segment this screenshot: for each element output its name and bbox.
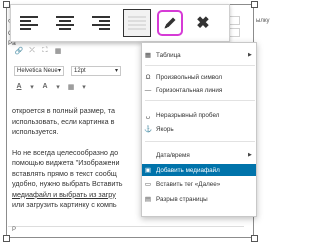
paragraph-1: откроется в полный размер, та использова… <box>12 106 146 138</box>
side-hint-text: ылку <box>256 18 270 24</box>
omega-icon: Ω <box>145 73 151 81</box>
menu-item-page-break[interactable]: ▤ Разрыв страницы <box>142 193 256 205</box>
resize-handle-bottom-right[interactable] <box>251 235 258 242</box>
text-color-icon[interactable]: A <box>14 82 24 92</box>
chevron-right-icon: ▶ <box>248 152 252 158</box>
element-path: P <box>8 226 244 235</box>
editor-content[interactable]: откроется в полный размер, та использова… <box>12 106 146 221</box>
menu-item-hr[interactable]: — Горизонтальная линия <box>142 84 256 96</box>
menu-item-anchor[interactable]: ⚓ Якорь <box>142 123 256 135</box>
nbsp-icon: ␣ <box>145 112 151 119</box>
font-family-value: Helvetica Neue <box>17 67 58 74</box>
align-none-button[interactable] <box>123 9 151 37</box>
grid-icon[interactable]: ▦ <box>53 46 63 56</box>
align-left-icon <box>20 16 38 30</box>
menu-item-label: Разрыв страницы <box>156 195 208 203</box>
content-line: или загрузить картинку с компь <box>12 200 117 209</box>
more-tag-icon: ▭ <box>144 181 152 188</box>
menu-item-add-media[interactable]: ▣ Добавить медиафайл <box>142 164 256 176</box>
menu-item-label: Добавить медиафайл <box>156 166 220 174</box>
chevron-down-icon: ▾ <box>57 68 61 74</box>
menu-item-nbsp[interactable]: ␣ Неразрывный пробел <box>142 109 256 121</box>
hr-icon: — <box>144 86 152 94</box>
content-line: помощью виджета "Изображени <box>12 158 120 167</box>
close-icon: ✖ <box>196 15 210 32</box>
content-line: откроется в полный размер, та <box>12 106 115 115</box>
font-family-select[interactable]: Helvetica Neue ▾ <box>14 65 64 76</box>
chevron-down-icon[interactable]: ▾ <box>53 82 63 92</box>
menu-item-table[interactable]: ▦ Таблица ▶ <box>142 49 256 61</box>
paragraph-2: Но не всегда целесообразно до помощью ви… <box>12 148 146 211</box>
media-icon: ▣ <box>144 167 152 174</box>
menu-item-label: Дата/время <box>156 151 190 159</box>
resize-handle-top-left[interactable] <box>3 1 10 8</box>
menu-divider <box>145 141 255 142</box>
link-icon[interactable]: 🔗 <box>14 46 24 56</box>
menu-item-datetime[interactable]: Дата/время ▶ <box>142 149 256 161</box>
menu-item-special-char[interactable]: Ω Произвольный символ <box>142 71 256 83</box>
unlink-icon[interactable]: ⤫ <box>27 46 37 56</box>
chevron-right-icon: ▶ <box>248 52 252 58</box>
align-center-icon <box>56 16 74 30</box>
insert-menu: ▦ Таблица ▶ Ω Произвольный символ — Гори… <box>141 42 257 217</box>
table-icon: ▦ <box>144 52 152 59</box>
align-right-button[interactable] <box>87 9 115 37</box>
align-right-icon <box>92 16 110 30</box>
resize-handle-top-right[interactable] <box>251 1 258 8</box>
menu-item-label: Вставить тег «Далее» <box>156 180 221 188</box>
content-line: удобно, нужно выбрать Вставить <box>12 179 123 188</box>
chevron-down-icon[interactable]: ▾ <box>27 82 37 92</box>
menu-divider <box>145 100 255 101</box>
menu-item-label: Неразрывный пробел <box>156 111 220 119</box>
content-line: использовать, если картинка в <box>12 116 115 126</box>
anchor-icon: ⚓ <box>143 126 153 133</box>
pencil-icon <box>164 17 176 29</box>
font-size-value: 12pt <box>74 67 86 74</box>
menu-item-label: Произвольный символ <box>156 73 223 81</box>
align-center-button[interactable] <box>51 9 79 37</box>
remove-image-button[interactable]: ✖ <box>193 13 213 33</box>
content-line: Но не всегда целесообразно до <box>12 147 119 157</box>
align-none-icon <box>128 16 146 30</box>
menu-item-more-tag[interactable]: ▭ Вставить тег «Далее» <box>142 178 256 190</box>
content-line: медиафайл и выбрать из загру <box>12 189 116 199</box>
page-break-icon: ▤ <box>144 196 152 203</box>
menu-item-label: Горизонтальная линия <box>156 86 223 94</box>
chevron-down-icon: ▾ <box>114 68 118 74</box>
chevron-down-icon[interactable]: ▾ <box>79 82 89 92</box>
content-line: вставлять прямо в текст сообщ <box>12 168 117 178</box>
content-line: используется. <box>12 127 59 136</box>
menu-item-label: Якорь <box>156 125 174 133</box>
align-left-button[interactable] <box>15 9 43 37</box>
menu-item-label: Таблица <box>156 51 181 59</box>
fullscreen-icon[interactable]: ⛶ <box>40 46 50 56</box>
font-size-select[interactable]: 12pt ▾ <box>71 65 121 76</box>
edit-image-button[interactable] <box>157 10 183 36</box>
menu-divider <box>145 65 255 66</box>
image-toolbar: ✖ <box>10 4 230 42</box>
resize-handle-bottom-left[interactable] <box>3 235 10 242</box>
table-tool-icon[interactable]: ▦ <box>66 82 76 92</box>
highlight-icon[interactable]: A <box>40 82 50 92</box>
